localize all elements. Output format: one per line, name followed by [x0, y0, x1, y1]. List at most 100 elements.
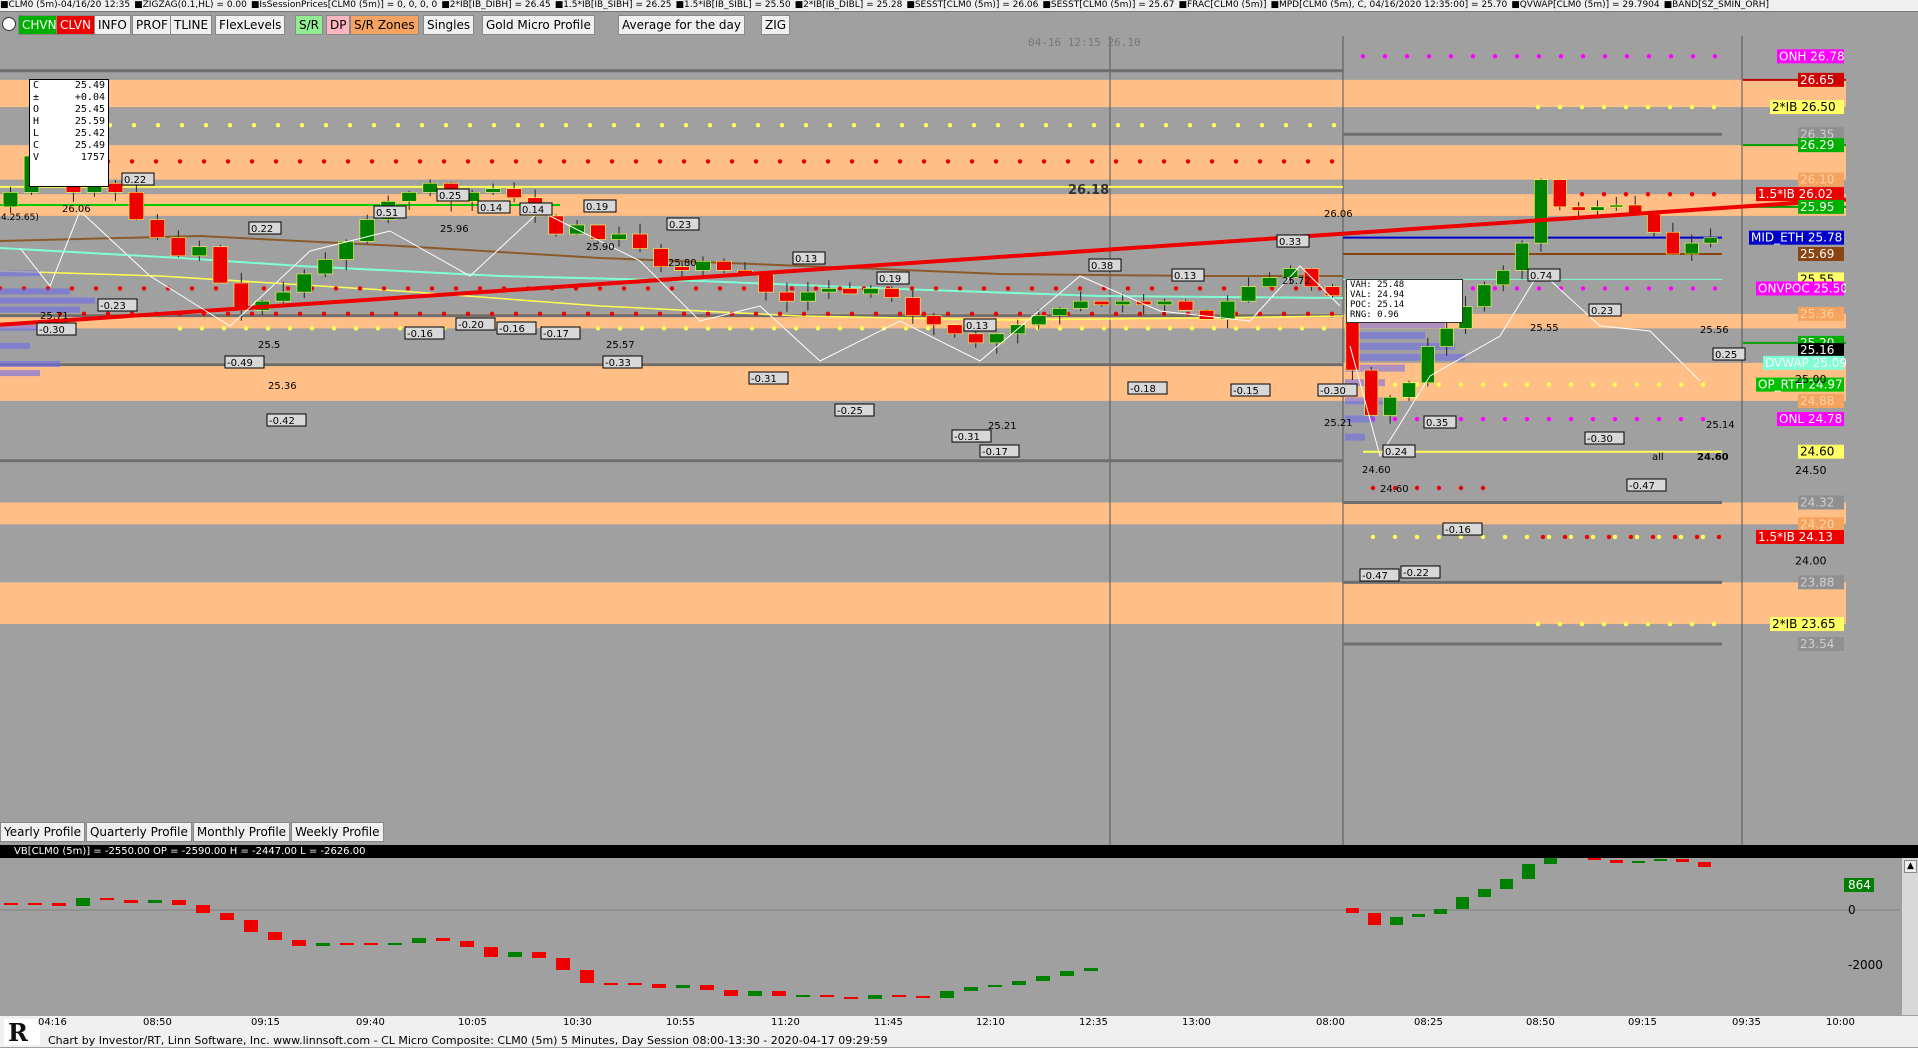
lower-panel-scrollbar[interactable]: ▲ [1902, 858, 1918, 1015]
toolbar-button-flexlevels[interactable]: FlexLevels [215, 15, 286, 35]
toolbar-button-average-for-the-day[interactable]: Average for the day [618, 15, 745, 35]
ib-dot [429, 286, 435, 291]
ib-dot [1672, 534, 1678, 540]
toolbar-button-s-r-zones[interactable]: S/R Zones [350, 15, 419, 35]
toolbar-button-chvn[interactable]: CHVN [18, 15, 61, 35]
vb-up-bar [868, 995, 882, 999]
ib-dot [779, 123, 785, 128]
delta-box-text: 0.19 [879, 274, 901, 285]
up-candle [1590, 206, 1605, 211]
indicator-title-2: ■IsSessionPrices[CLM0 (5m)] = 0, 0, 0, 0 [250, 0, 438, 10]
ib-dot [595, 326, 601, 331]
ib-dot [273, 311, 279, 317]
ib-dot [597, 286, 603, 291]
ib-dot [1601, 191, 1607, 197]
ib-dot [1185, 159, 1191, 164]
tab-quarterly-profile[interactable]: Quarterly Profile [85, 822, 192, 842]
ib-dot [1305, 311, 1311, 317]
volume-balance-canvas[interactable]: 864 0 -2000 [0, 854, 1902, 1015]
ib-dot [419, 123, 425, 128]
ib-dot [837, 286, 843, 291]
ib-dot [609, 311, 615, 317]
delta-box-text: 0.22 [251, 224, 273, 235]
price-level-text: 2*IB 23.65 [1772, 617, 1836, 631]
down-candle [758, 273, 774, 293]
toolbar-button-dp[interactable]: DP [326, 15, 351, 35]
clock-icon[interactable] [2, 17, 16, 31]
ohlc-info-panel: C 25.49 ± +0.04 O 25.45 H 25.59 L 25.42 C 25.49 V 175… [29, 79, 109, 187]
price-chart[interactable]: 26.98ONH 26.7826.652*IB 26.5026.3526.292… [0, 36, 1846, 846]
down-candle [107, 182, 124, 193]
ib-dot [873, 159, 879, 164]
ib-dot [1579, 104, 1585, 110]
toolbar-button-zig[interactable]: ZIG [761, 15, 791, 35]
ib-dot [873, 311, 879, 317]
toolbar-button-clvn[interactable]: CLVN [56, 15, 95, 35]
sr-zone [0, 502, 1846, 525]
up-candle [821, 288, 837, 293]
indicator-title-10: ■MPD[CLM0 (5m), C, 04/16/2020 12:35:00] … [1270, 0, 1508, 10]
toolbar-button-info[interactable]: INFO [94, 15, 131, 35]
ib-dot [705, 311, 711, 317]
ib-dot [1043, 123, 1049, 128]
ib-dot [851, 123, 857, 128]
down-candle [653, 248, 669, 267]
ib-dot [1255, 326, 1261, 331]
down-candle [1665, 231, 1680, 255]
volume-balance-panel[interactable]: 864 0 -2000 [0, 854, 1918, 1015]
ib-dot [1502, 534, 1508, 540]
vb-up-bar [1084, 968, 1098, 971]
ib-dot [1257, 159, 1263, 164]
swing-price-label: 26.06 [1324, 209, 1353, 220]
ib-dot [1557, 621, 1563, 627]
delta-box-text: 0.25 [439, 191, 461, 202]
scroll-up-icon[interactable]: ▲ [1904, 860, 1917, 873]
toolbar-button-s-r[interactable]: S/R [295, 15, 323, 35]
swing-price-label: 25.21 [988, 421, 1017, 432]
tab-monthly-profile[interactable]: Monthly Profile [192, 822, 291, 842]
toolbar-button-singles[interactable]: Singles [423, 15, 475, 35]
vb-down-bar [340, 943, 354, 945]
time-axis-tick: 08:00 [1316, 1017, 1345, 1028]
swing-price-label: 25.90 [586, 242, 615, 253]
toolbar-button-prof[interactable]: PROF [132, 15, 172, 35]
toolbar-button-gold-micro-profile[interactable]: Gold Micro Profile [482, 15, 595, 35]
up-candle [800, 291, 816, 302]
tab-weekly-profile[interactable]: Weekly Profile [291, 822, 384, 842]
ib-dot [1700, 382, 1706, 387]
ib-dot [1370, 534, 1376, 540]
indicator-title-12: ■BAND[SZ_SMIN_ORH] [1663, 0, 1769, 10]
price-level-text: ONVPOC 25.50 [1758, 281, 1846, 295]
price-chart-canvas[interactable]: 26.98ONH 26.7826.652*IB 26.5026.3526.292… [0, 36, 1846, 846]
volume-profile-bar [1345, 342, 1455, 350]
ib-dot [925, 326, 931, 331]
ib-dot [297, 311, 303, 317]
swing-price-label: 24.60 [1362, 465, 1391, 476]
ib-dot [1540, 534, 1546, 540]
tab-yearly-profile[interactable]: Yearly Profile [0, 822, 85, 842]
ib-dot [1305, 159, 1311, 164]
vb-up-bar [1500, 879, 1513, 889]
toolbar-button-tline[interactable]: TLINE [170, 15, 213, 35]
ib-dot [381, 286, 387, 291]
ib-dot [515, 123, 521, 128]
va-line: VAL: 24.94 [1350, 290, 1405, 300]
ib-dot [1161, 159, 1167, 164]
ib-dot [981, 286, 987, 291]
ib-dot [323, 123, 329, 128]
ib-dot [1535, 621, 1541, 627]
vb-up-bar [1012, 981, 1026, 985]
price-level-text: 26.65 [1800, 73, 1834, 87]
ib-dot [813, 286, 819, 291]
delta-box-text: -0.31 [954, 432, 980, 443]
ib-dot [681, 311, 687, 317]
ib-dot [633, 159, 639, 164]
ib-dot [897, 311, 903, 317]
ib-dot [393, 311, 399, 317]
ib-dot [1667, 104, 1673, 110]
ib-dot [657, 159, 663, 164]
delta-box-text: -0.17 [543, 329, 569, 340]
ib-dot [1209, 159, 1215, 164]
ib-dot [1235, 123, 1241, 128]
ib-dot [1137, 311, 1143, 317]
